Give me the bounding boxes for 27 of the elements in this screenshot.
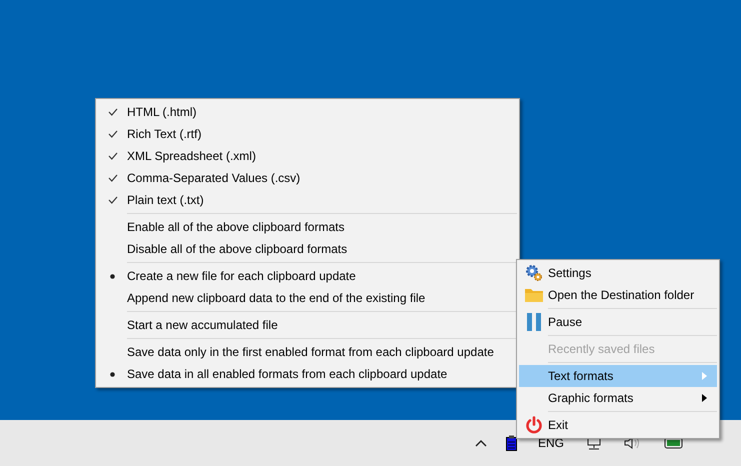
clipboard-icon[interactable] [506,435,517,451]
menu-item[interactable]: Rich Text (.rtf) [98,123,517,145]
menu-item[interactable]: Save data only in the first enabled format from each clipboard update [98,341,517,363]
menu-item[interactable]: Enable all of the above clipboard formats [98,216,517,238]
language-indicator[interactable]: ENG [538,436,564,450]
menu-item[interactable]: Graphic formats [519,387,717,409]
menu-item[interactable]: Comma-Separated Values (.csv) [98,167,517,189]
menu-item[interactable]: Append new clipboard data to the end of the existing file [98,287,517,309]
menu-item[interactable]: Text formats [519,365,717,387]
menu-item[interactable]: Pause [519,311,717,333]
menu-item[interactable]: HTML (.html) [98,101,517,123]
gear-icon [524,264,542,282]
menu-item[interactable]: Create a new file for each clipboard update [98,265,517,287]
speaker-icon[interactable] [624,436,640,450]
menu-item[interactable]: Save data in all enabled formats from each clipboard update [98,363,517,385]
menu-item[interactable]: Disable all of the above clipboard formats [98,238,517,260]
menu-item[interactable]: Open the Destination folder [519,284,717,306]
battery-icon[interactable] [664,437,684,449]
power-icon [524,416,542,434]
menu-item[interactable]: XML Spreadsheet (.xml) [98,145,517,167]
menu-item[interactable]: Start a new accumulated file [98,314,517,336]
menu-item[interactable]: Settings [519,262,717,284]
menu-item[interactable]: Plain text (.txt) [98,189,517,211]
folder-icon [524,288,542,302]
pause-icon [526,313,540,331]
chevron-up-icon[interactable] [475,439,487,447]
menu-item[interactable]: Exit [519,414,717,436]
